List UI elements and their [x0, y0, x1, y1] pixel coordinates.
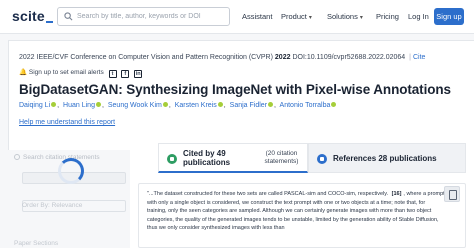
author-separator: , — [101, 102, 104, 109]
quote-icon — [167, 154, 177, 164]
nav-solutions-label: Solutions — [327, 12, 358, 21]
divider: | — [409, 54, 411, 61]
paper-sections-label: Paper Sections — [14, 240, 59, 247]
chevron-down-icon: ▾ — [359, 15, 363, 21]
orcid-icon[interactable] — [217, 102, 223, 107]
paper-meta: 2022 IEEE/CVF Conference on Computer Vis… — [19, 54, 425, 61]
sort-label: Order By: Relevance — [22, 202, 83, 209]
year: 2022 — [274, 54, 291, 61]
citation-reference[interactable]: [16] — [390, 190, 404, 199]
author-separator: , — [168, 102, 171, 109]
references-icon — [317, 154, 327, 164]
cite-link[interactable]: Cite — [413, 54, 425, 61]
paper-title: BigDatasetGAN: Synthesizing ImageNet wit… — [19, 82, 451, 97]
chevron-down-icon: ▾ — [308, 15, 312, 21]
author[interactable]: Karsten Kreis — [175, 102, 217, 109]
citation-snippet: "...The dataset constructed for these tw… — [147, 190, 445, 233]
orcid-icon[interactable] — [95, 102, 101, 107]
search-box[interactable] — [57, 7, 230, 26]
search-input[interactable] — [77, 10, 227, 23]
tab-references[interactable]: References 28 publications — [308, 143, 466, 173]
copy-icon[interactable] — [444, 186, 460, 202]
alert-link[interactable]: Sign up to set email alerts — [29, 69, 104, 76]
snippet-text-before: "...The dataset constructed for these tw… — [147, 191, 389, 197]
alert-row: 🔔 Sign up to set email alerts t f in — [19, 68, 143, 78]
venue: 2022 IEEE/CVF Conference on Computer Vis… — [19, 54, 273, 61]
top-navbar: scite Assistant Product▾ Solutions▾ Pric… — [0, 0, 474, 34]
author-separator: , — [223, 102, 226, 109]
signup-button[interactable]: Sign up — [434, 8, 464, 25]
search-icon — [14, 154, 20, 160]
twitter-icon[interactable]: t — [108, 70, 117, 78]
bell-icon[interactable]: 🔔 — [19, 69, 27, 76]
author[interactable]: Sanja Fidler — [230, 102, 267, 109]
orcid-icon[interactable] — [162, 102, 168, 107]
citation-statement-count: (20 citation statements) — [264, 150, 299, 165]
nav-assistant[interactable]: Assistant — [242, 12, 272, 21]
help-link[interactable]: Help me understand this report — [19, 119, 115, 126]
references-label: References 28 publications — [333, 154, 437, 163]
linkedin-icon[interactable]: in — [134, 70, 143, 78]
author[interactable]: Seung Wook Kim — [108, 102, 162, 109]
scite-logo[interactable]: scite — [12, 8, 53, 24]
orcid-icon[interactable] — [268, 102, 274, 107]
search-icon — [64, 12, 73, 21]
author[interactable]: Daiqing Li — [19, 102, 50, 109]
nav-product-label: Product — [281, 12, 307, 21]
nav-login[interactable]: Log In — [408, 12, 429, 21]
nav-product[interactable]: Product ▾ — [281, 12, 312, 21]
cited-by-label: Cited by 49 publications — [183, 149, 231, 167]
loading-spinner-icon — [58, 158, 84, 184]
author-list: Daiqing Li, Huan Ling, Seung Wook Kim, K… — [19, 102, 337, 109]
citation-snippet-card: "...The dataset constructed for these tw… — [138, 183, 466, 248]
author[interactable]: Antonio Torralba — [280, 102, 331, 109]
nav-pricing[interactable]: Pricing — [376, 12, 399, 21]
orcid-icon[interactable] — [331, 102, 337, 107]
orcid-icon[interactable] — [51, 102, 57, 107]
author[interactable]: Huan Ling — [63, 102, 95, 109]
author-separator: , — [57, 102, 60, 109]
author-separator: , — [274, 102, 276, 109]
logo-text: scite — [12, 8, 45, 24]
doi[interactable]: 10.1109/cvpr52688.2022.02064 — [307, 54, 405, 61]
nav-solutions[interactable]: Solutions ▾ — [327, 12, 363, 21]
facebook-icon[interactable]: f — [121, 70, 130, 78]
doi-prefix: DOI: — [292, 54, 307, 61]
filter-panel: Search citation statements Order By: Rel… — [8, 150, 130, 248]
citation-search-placeholder: Search citation statements — [23, 154, 100, 161]
tab-cited-by[interactable]: Cited by 49 publications (20 citation st… — [158, 143, 308, 173]
logo-underscore — [45, 21, 53, 23]
